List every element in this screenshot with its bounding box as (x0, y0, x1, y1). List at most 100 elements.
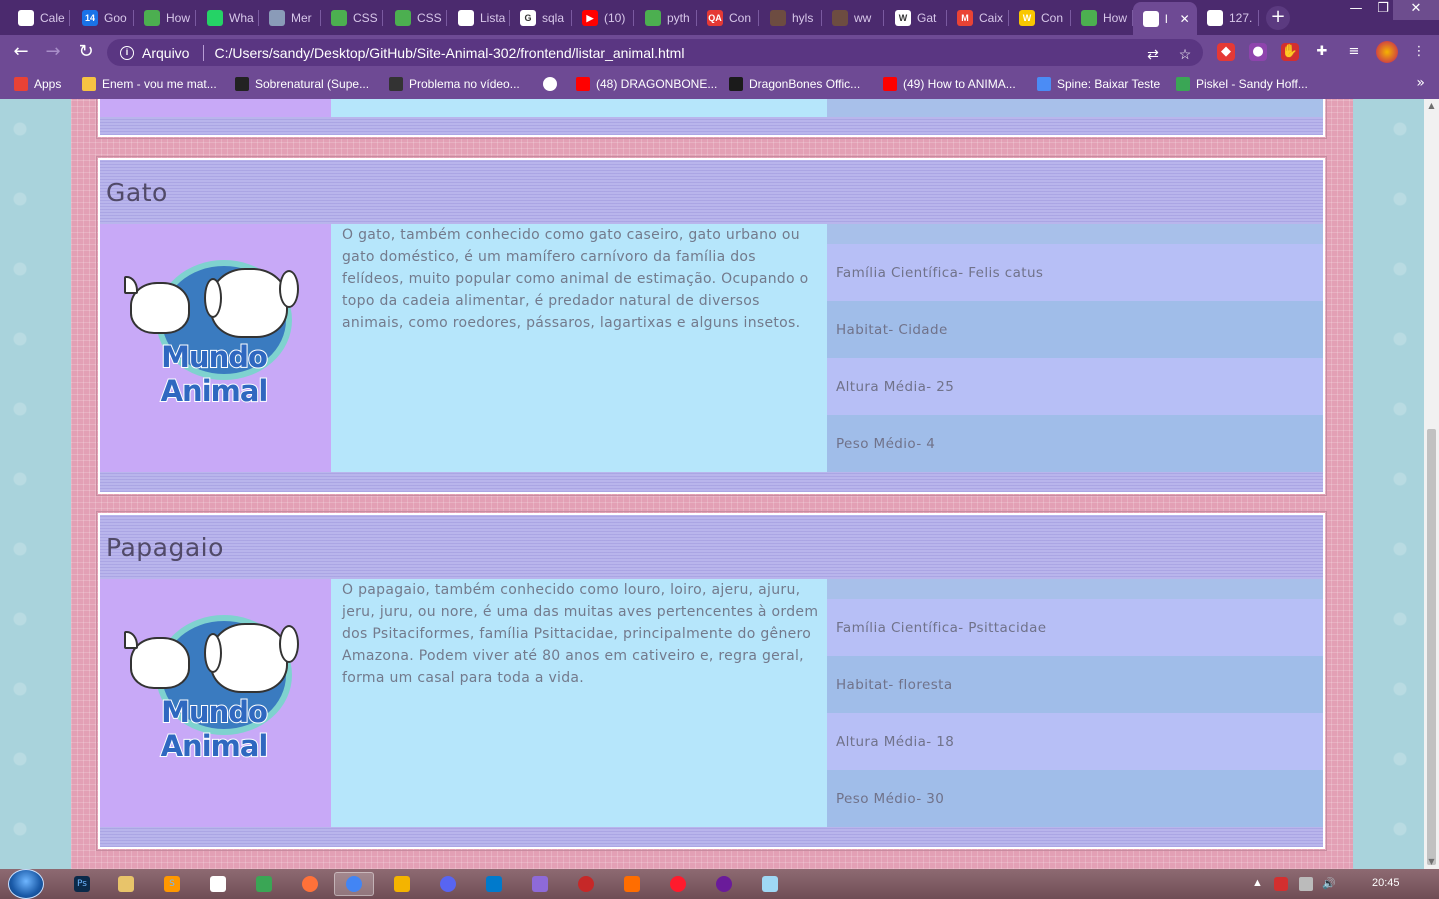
taskbar-app-notepad[interactable] (198, 872, 238, 896)
taskbar-app-photoshop[interactable]: Ps (62, 872, 102, 896)
network-tray-icon[interactable] (1299, 877, 1313, 891)
bookmark-item[interactable]: Problema no vídeo... (389, 75, 520, 93)
bookmark-item[interactable]: Spine: Baixar Teste (1037, 75, 1160, 93)
forward-arrow-icon[interactable]: → (41, 40, 65, 64)
attribute-habitat: Habitat- Cidade (827, 301, 1323, 358)
scroll-down-icon[interactable]: ▼ (1427, 857, 1436, 867)
extensions-puzzle-icon[interactable]: ✚ (1313, 43, 1331, 61)
chrome-icon (346, 876, 362, 892)
tab-close-icon[interactable]: ✕ (1180, 12, 1190, 26)
browser-tab[interactable]: How (1071, 4, 1133, 32)
new-tab-button[interactable]: + (1266, 6, 1290, 30)
info-icon[interactable]: i (120, 45, 134, 60)
sublime-icon: S (164, 876, 180, 892)
browser-tab[interactable]: M Caix (947, 4, 1009, 32)
cat-icon (130, 637, 190, 689)
bookmark-item[interactable]: Piskel - Sandy Hoff... (1176, 75, 1308, 93)
browser-tab[interactable]: Mer (259, 4, 321, 32)
adblock-extension-icon[interactable]: ✋ (1281, 43, 1299, 61)
browser-tab[interactable]: 14 Goo (72, 4, 134, 32)
bookmark-item[interactable]: Sobrenatural (Supe... (235, 75, 369, 93)
browser-tab[interactable]: Gsqla (510, 4, 572, 32)
taskbar-app-opera[interactable] (658, 872, 698, 896)
start-button[interactable] (8, 869, 44, 899)
tab-favicon-icon (269, 10, 285, 26)
profile-avatar[interactable] (1376, 41, 1398, 63)
tab-favicon-icon: 14 (82, 10, 98, 26)
animal-description: O gato, também conhecido como gato casei… (331, 224, 827, 472)
bookmark-star-icon[interactable]: ☆ (1177, 46, 1193, 62)
scroll-up-icon[interactable]: ▲ (1427, 101, 1436, 111)
page-scrollbar[interactable]: ▲ ▼ (1424, 99, 1439, 869)
browser-tab[interactable]: CSS (385, 4, 447, 32)
extension-icon[interactable]: ● (1249, 43, 1267, 61)
app-purple-icon (532, 876, 548, 892)
minimize-button[interactable]: — (1342, 0, 1370, 20)
taskbar-app-discord[interactable] (428, 872, 468, 896)
bookmark-favicon-icon (729, 77, 743, 91)
tab-label: Mer (291, 11, 312, 25)
bookmark-item[interactable]: DragonBones Offic... (729, 75, 860, 93)
url-text[interactable]: C:/Users/sandy/Desktop/GitHub/Site-Anima… (214, 45, 684, 61)
bookmark-item[interactable] (543, 75, 563, 93)
address-bar[interactable]: i Arquivo C:/Users/sandy/Desktop/GitHub/… (107, 39, 1203, 66)
taskbar-app-firefox[interactable] (290, 872, 330, 896)
taskbar-app-app-green[interactable] (244, 872, 284, 896)
taskbar-app-pencil[interactable] (382, 872, 422, 896)
taskbar-app-vscode[interactable] (474, 872, 514, 896)
tab-favicon-icon (770, 10, 786, 26)
bookmark-label: Spine: Baixar Teste (1057, 77, 1161, 91)
browser-tab[interactable]: l ✕ (1133, 2, 1197, 35)
browser-tab[interactable]: ▶ (10) (572, 4, 634, 32)
bookmarks-overflow-icon[interactable]: » (1416, 75, 1425, 91)
browser-tab[interactable]: CSS (321, 4, 383, 32)
tab-strip: Cale 14 Goo How Wha Mer CSS CSS Lista Gsqla ▶ (10) p… (0, 0, 1439, 35)
browser-tab[interactable]: Wha (197, 4, 259, 32)
reload-icon[interactable]: ↻ (74, 40, 98, 64)
browser-tab[interactable]: W Con (1009, 4, 1071, 32)
taskbar-app-app-circle[interactable] (704, 872, 744, 896)
media-control-icon[interactable]: ≡ (1345, 43, 1363, 61)
photoshop-icon: Ps (74, 876, 90, 892)
taskbar-app-app-red[interactable] (566, 872, 606, 896)
tab-favicon-icon: G (520, 10, 536, 26)
browser-tab[interactable]: ww (822, 4, 884, 32)
taskbar-app-app-orange[interactable] (612, 872, 652, 896)
browser-tab[interactable]: W Gat (885, 4, 947, 32)
tab-favicon-icon (1081, 10, 1097, 26)
browser-tab[interactable]: QA Con (697, 4, 759, 32)
browser-tab[interactable]: pyth (635, 4, 697, 32)
menu-kebab-icon[interactable]: ⋮ (1410, 43, 1428, 61)
card-footer (100, 827, 1323, 847)
browser-tab[interactable]: 127. (1197, 4, 1259, 32)
bookmark-item[interactable]: Apps (14, 75, 61, 93)
tab-separator (69, 10, 70, 26)
antivirus-tray-icon[interactable] (1274, 877, 1288, 891)
cat-ear (124, 631, 138, 649)
browser-tab[interactable]: Lista (448, 4, 510, 32)
tray-expand-icon[interactable]: ▲ (1252, 877, 1263, 889)
browser-tab[interactable]: Cale (8, 4, 70, 32)
bookmark-item[interactable]: (48) DRAGONBONE... (576, 75, 717, 93)
taskbar-app-app-star[interactable] (750, 872, 790, 896)
tab-label: Wha (229, 11, 254, 25)
shield-extension-icon[interactable]: ◆ (1217, 43, 1235, 61)
taskbar-app-explorer[interactable] (106, 872, 146, 896)
bookmark-item[interactable]: Enem - vou me mat... (82, 75, 217, 93)
back-arrow-icon[interactable]: ← (9, 40, 33, 64)
browser-toolbar: ← → ↻ i Arquivo C:/Users/sandy/Desktop/G… (0, 35, 1439, 69)
taskbar-app-chrome[interactable] (334, 872, 374, 896)
bookmark-label: Problema no vídeo... (409, 77, 520, 91)
tab-label: pyth (667, 11, 690, 25)
clock[interactable]: 20:45 (1372, 877, 1400, 889)
browser-tab[interactable]: How (134, 4, 196, 32)
scrollbar-thumb[interactable] (1427, 429, 1436, 865)
bookmark-label: (49) How to ANIMA... (903, 77, 1016, 91)
translate-icon[interactable]: ⇄ (1145, 46, 1161, 62)
volume-icon[interactable]: 🔊 (1322, 877, 1336, 890)
bookmark-item[interactable]: (49) How to ANIMA... (883, 75, 1016, 93)
taskbar-app-app-purple[interactable] (520, 872, 560, 896)
taskbar-app-sublime[interactable]: S (152, 872, 192, 896)
browser-tab[interactable]: hyls (760, 4, 822, 32)
close-window-button[interactable]: ✕ (1393, 0, 1439, 20)
